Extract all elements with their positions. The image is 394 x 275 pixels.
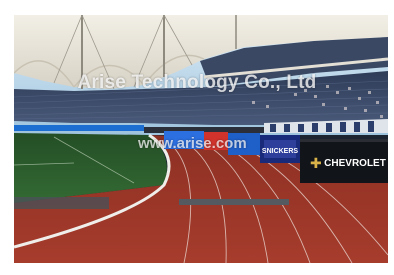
- track-step: [179, 199, 289, 205]
- far-led-board: [14, 125, 144, 131]
- trackside-mat: [14, 197, 109, 209]
- snickers-board-text: SNICKERS: [262, 148, 299, 155]
- image-frame: SNICKERS ✚ CHEVROLET Arise Technology Co…: [0, 0, 394, 275]
- company-watermark: Arise Technology Co., Ltd: [77, 72, 317, 93]
- chevrolet-board-text: CHEVROLET: [324, 158, 386, 169]
- chevrolet-bowtie: ✚: [310, 156, 322, 172]
- url-watermark: www.arise.com: [138, 135, 247, 152]
